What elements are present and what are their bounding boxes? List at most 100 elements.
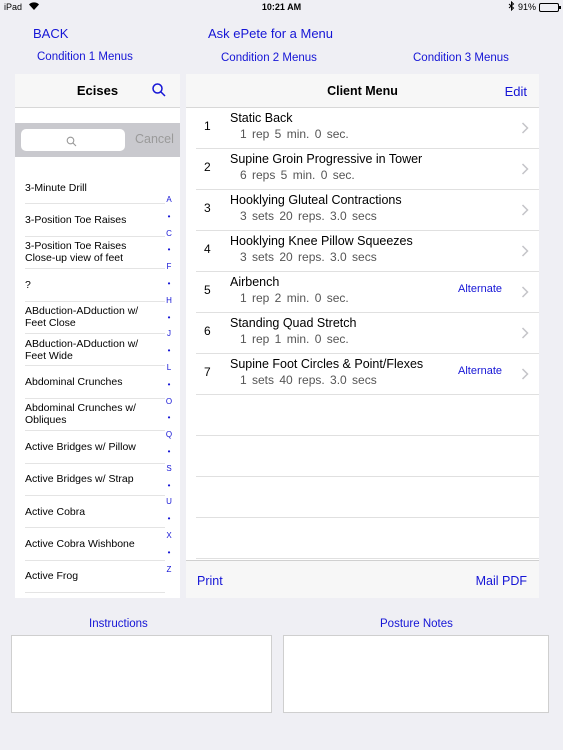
- index-letter[interactable]: L: [164, 360, 174, 377]
- index-letter[interactable]: X: [164, 528, 174, 545]
- index-letter[interactable]: S: [164, 461, 174, 478]
- condition-3-menus-button[interactable]: Condition 3 Menus: [413, 52, 509, 64]
- mail-pdf-button[interactable]: Mail PDF: [476, 574, 527, 588]
- instructions-textbox[interactable]: [11, 635, 272, 713]
- client-menu-row[interactable]: 3 Hooklying Gluteal Contractions 3 sets 20…: [196, 190, 539, 231]
- search-icon[interactable]: [151, 82, 167, 98]
- battery-icon: [539, 2, 561, 12]
- index-letter[interactable]: •: [164, 545, 174, 562]
- exercise-list-item[interactable]: 3-Minute Drill: [25, 172, 165, 205]
- client-menu-list: 1 Static Back 1 rep 5 min. 0 sec. 2 Supine G…: [196, 108, 539, 559]
- index-letter[interactable]: O: [164, 394, 174, 411]
- index-letter[interactable]: •: [164, 410, 174, 427]
- search-cancel-button[interactable]: Cancel: [135, 132, 174, 146]
- exercise-name: ABduction-ADduction w/ Feet Close: [25, 305, 139, 330]
- exercise-title: Supine Foot Circles & Point/Flexes: [230, 357, 424, 371]
- exercise-dosage: 1 rep 2 min. 0 sec.: [240, 291, 349, 305]
- exercise-list-item[interactable]: Abdominal Crunches w/ Obliques: [25, 399, 165, 432]
- exercise-name: Abdominal Crunches: [25, 376, 123, 389]
- magnifier-icon: [66, 134, 77, 152]
- exercise-list-item[interactable]: ABduction-ADduction w/ Feet Wide: [25, 334, 165, 367]
- exercise-list-item[interactable]: 3-Position Toe Raises Close-up view of f…: [25, 237, 165, 270]
- instructions-label: Instructions: [89, 618, 148, 630]
- index-letter[interactable]: •: [164, 276, 174, 293]
- exercise-title: Hooklying Gluteal Contractions: [230, 193, 402, 207]
- exercise-list-item[interactable]: Active Cobra Wishbone: [25, 528, 165, 561]
- print-button[interactable]: Print: [197, 574, 223, 588]
- index-letter[interactable]: U: [164, 494, 174, 511]
- condition-1-menus-button[interactable]: Condition 1 Menus: [37, 51, 133, 63]
- back-button[interactable]: BACK: [33, 26, 68, 41]
- condition-2-menus-button[interactable]: Condition 2 Menus: [221, 52, 317, 64]
- exercise-list-item[interactable]: ?: [25, 269, 165, 302]
- exercise-name: 3-Minute Drill: [25, 181, 87, 194]
- status-bar: iPad 10:21 AM 91%: [0, 0, 563, 14]
- index-letter[interactable]: •: [164, 377, 174, 394]
- index-letter[interactable]: •: [164, 511, 174, 528]
- chevron-right-icon: [521, 244, 529, 257]
- chevron-right-icon: [521, 285, 529, 298]
- exercise-number: 2: [204, 160, 211, 174]
- exercise-library-header: Ecises: [15, 74, 180, 108]
- index-letter[interactable]: •: [164, 444, 174, 461]
- client-menu-row[interactable]: 6 Standing Quad Stretch 1 rep 1 min. 0 sec…: [196, 313, 539, 354]
- exercise-name: Active Bridges w/ Strap: [25, 473, 134, 486]
- client-menu-row[interactable]: 4 Hooklying Knee Pillow Squeezes 3 sets 20…: [196, 231, 539, 272]
- exercise-name: Active Cobra Wishbone: [25, 537, 135, 550]
- empty-row: [196, 518, 539, 559]
- alternate-button[interactable]: Alternate: [458, 283, 502, 295]
- exercise-list: 3-Minute Drill 3-Position Toe Raises 3-Pos…: [15, 172, 165, 594]
- index-letter[interactable]: •: [164, 310, 174, 327]
- client-menu-title: Client Menu: [327, 84, 398, 98]
- exercise-list-item[interactable]: ABduction-ADduction w/ Feet Close: [25, 302, 165, 334]
- index-letter[interactable]: •: [164, 242, 174, 259]
- exercise-name: Abdominal Crunches w/ Obliques: [25, 402, 136, 427]
- client-menu-header: Client Menu Edit: [186, 74, 539, 108]
- client-menu-row[interactable]: 1 Static Back 1 rep 5 min. 0 sec.: [196, 108, 539, 149]
- index-letter[interactable]: F: [164, 259, 174, 276]
- exercise-title: Standing Quad Stretch: [230, 316, 357, 330]
- exercise-list-item[interactable]: Active Cobra: [25, 496, 165, 529]
- index-letter[interactable]: J: [164, 326, 174, 343]
- index-letter[interactable]: A: [164, 192, 174, 209]
- posture-notes-textbox[interactable]: [283, 635, 549, 713]
- exercise-number: 3: [204, 201, 211, 215]
- alphabet-index[interactable]: A • C • F • H • J • L • O • Q • S • U • X • Z: [164, 192, 174, 578]
- client-menu-row[interactable]: 2 Supine Groin Progressive in Tower 6 reps…: [196, 149, 539, 190]
- exercise-list-item[interactable]: Abdominal Crunches: [25, 366, 165, 399]
- index-letter[interactable]: •: [164, 478, 174, 495]
- ask-epete-button[interactable]: Ask ePete for a Menu: [208, 26, 333, 41]
- empty-row: [196, 395, 539, 436]
- alternate-button[interactable]: Alternate: [458, 365, 502, 377]
- index-letter[interactable]: Q: [164, 427, 174, 444]
- search-input[interactable]: [21, 129, 125, 151]
- exercise-dosage: 6 reps 5 min. 0 sec.: [240, 168, 355, 182]
- chevron-right-icon: [521, 121, 529, 134]
- chevron-right-icon: [521, 326, 529, 339]
- exercise-name: 3-Position Toe Raises Close-up view of f…: [25, 240, 127, 265]
- edit-button[interactable]: Edit: [505, 84, 527, 99]
- index-letter[interactable]: •: [164, 343, 174, 360]
- index-letter[interactable]: C: [164, 226, 174, 243]
- index-letter[interactable]: Z: [164, 562, 174, 579]
- client-menu-row[interactable]: 7 Supine Foot Circles & Point/Flexes 1 set…: [196, 354, 539, 395]
- empty-row: [196, 477, 539, 518]
- client-menu-footer: Print Mail PDF: [186, 560, 539, 598]
- exercise-list-item[interactable]: Active Bridges w/ Strap: [25, 464, 165, 496]
- exercise-number: 4: [204, 242, 211, 256]
- exercise-title: Supine Groin Progressive in Tower: [230, 152, 423, 166]
- exercise-name: Active Bridges w/ Pillow: [25, 440, 136, 453]
- exercise-list-item[interactable]: Active Bridges w/ Pillow: [25, 431, 165, 464]
- battery-percent: 91%: [517, 2, 536, 12]
- exercise-title: Static Back: [230, 111, 293, 125]
- posture-notes-label: Posture Notes: [380, 618, 453, 630]
- exercise-list-item[interactable]: 3-Position Toe Raises: [25, 204, 165, 237]
- client-menu-row[interactable]: 5 Airbench 1 rep 2 min. 0 sec. Alternate: [196, 272, 539, 313]
- exercise-name: Active Cobra: [25, 505, 86, 518]
- index-letter[interactable]: •: [164, 209, 174, 226]
- exercise-name: ?: [25, 278, 31, 291]
- index-letter[interactable]: H: [164, 293, 174, 310]
- exercise-list-item[interactable]: Active Frog: [25, 561, 165, 594]
- chevron-right-icon: [521, 367, 529, 380]
- chevron-right-icon: [521, 203, 529, 216]
